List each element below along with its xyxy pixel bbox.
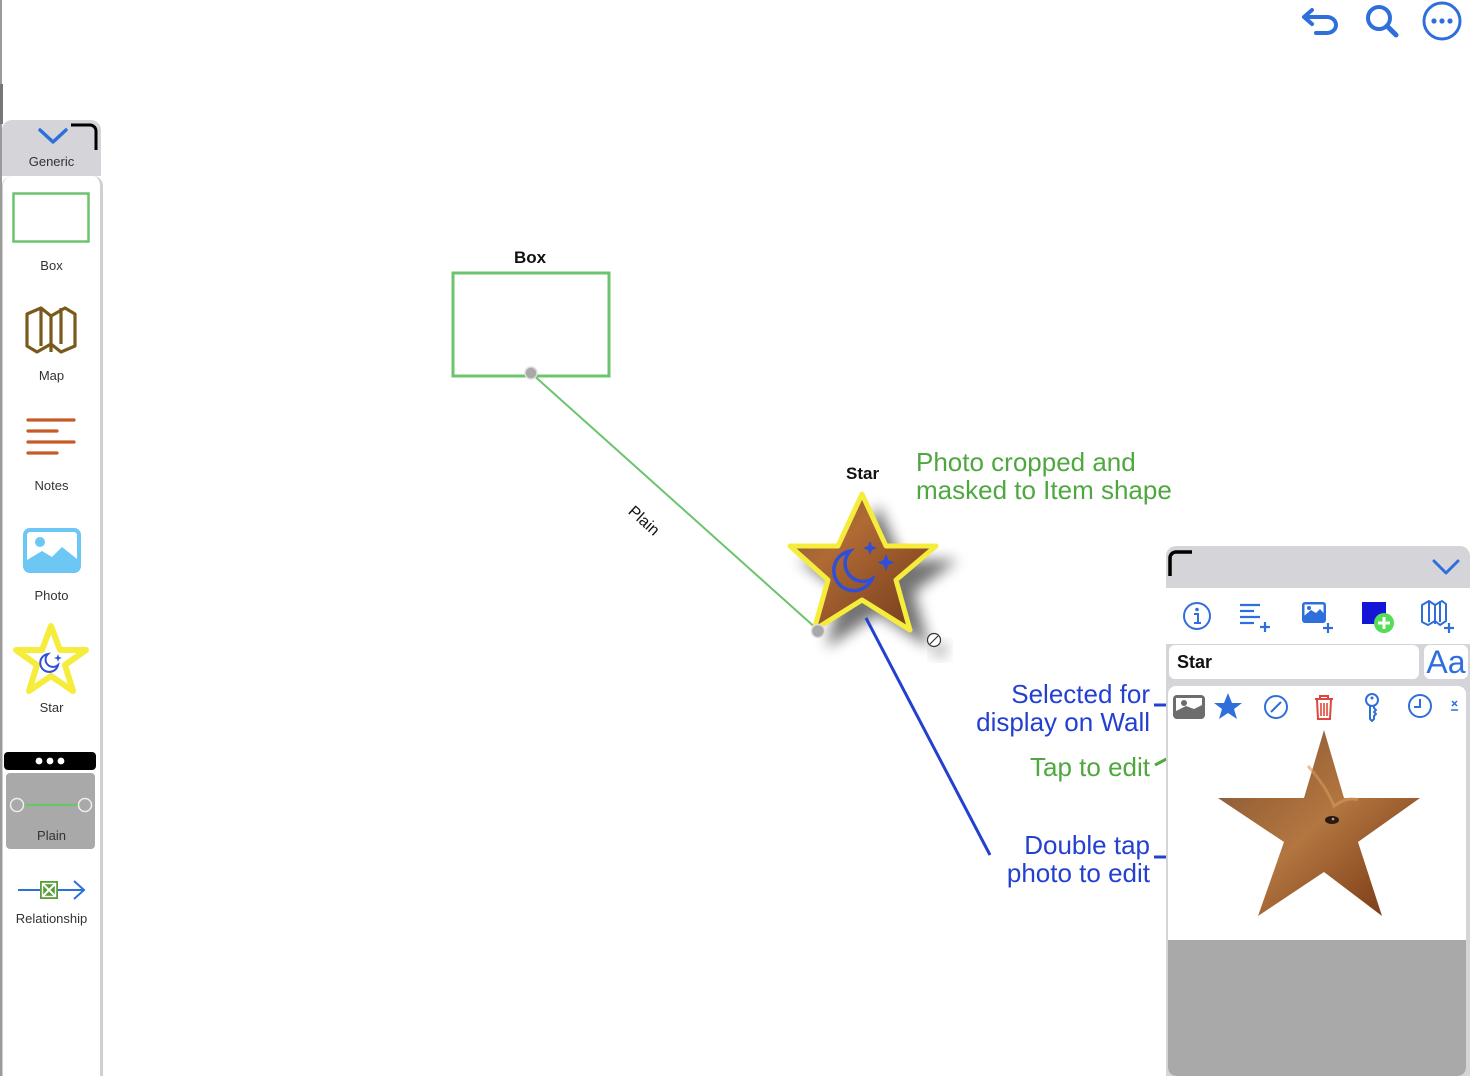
edit-pencil-icon	[1264, 695, 1288, 719]
clock-icon	[1408, 694, 1432, 718]
trash-icon	[1315, 695, 1333, 720]
annotation-line: masked to Item shape	[916, 475, 1172, 505]
plain-connector-line[interactable]	[530, 372, 819, 631]
inspector-photo-section	[1166, 684, 1470, 1076]
add-map-icon	[1421, 600, 1454, 633]
edit-photo-button[interactable]	[1256, 686, 1296, 726]
add-shape-icon	[1362, 602, 1394, 633]
annotation-line: Photo cropped and	[916, 447, 1136, 477]
connector-endpoint-handle[interactable]	[524, 366, 538, 380]
photo-thumbnail-button[interactable]	[1170, 686, 1210, 726]
clock-button[interactable]	[1400, 686, 1440, 726]
star-item-title: Star	[846, 464, 880, 483]
star-display-icon	[1214, 693, 1242, 719]
photo-card	[1168, 686, 1466, 1076]
photo-thumbnail-icon	[1173, 695, 1205, 719]
annotation-selected-for-display: Selected for display on Wall	[930, 680, 1150, 736]
add-photo-icon	[1302, 602, 1333, 633]
annotation-tap-to-edit: Tap to edit	[1030, 752, 1150, 782]
add-notes-icon	[1240, 603, 1270, 632]
font-style-button[interactable]: Aa	[1424, 645, 1468, 679]
item-name-input[interactable]	[1169, 645, 1419, 679]
annotation-line: display on Wall	[976, 707, 1150, 737]
box-item-title: Box	[514, 248, 547, 267]
inspector-empty-area	[1168, 940, 1466, 1076]
add-photo-button[interactable]	[1296, 596, 1336, 636]
inspector-toolbar	[1168, 588, 1466, 644]
close-photo-button[interactable]	[1442, 690, 1466, 720]
inspector-name-row: Aa	[1166, 644, 1470, 684]
info-icon	[1183, 602, 1211, 630]
close-small-icon	[1451, 700, 1458, 711]
chevron-down-icon[interactable]	[1432, 558, 1460, 576]
inspector-header[interactable]	[1166, 546, 1470, 588]
box-item[interactable]	[451, 271, 611, 378]
connector-endpoint-handle[interactable]	[810, 623, 826, 639]
annotation-line: Selected for	[1011, 679, 1150, 709]
add-map-button[interactable]	[1418, 596, 1458, 636]
add-notes-button[interactable]	[1234, 596, 1274, 636]
item-inspector-panel: Aa	[1166, 546, 1470, 1076]
add-shape-button[interactable]	[1358, 596, 1398, 636]
key-button[interactable]	[1352, 686, 1392, 726]
masked-photo-preview[interactable]	[1208, 726, 1428, 926]
resize-corner-handle[interactable]	[1166, 548, 1196, 578]
resize-handle-icon[interactable]	[926, 632, 948, 658]
key-icon	[1365, 693, 1379, 722]
annotation-line: Double tap	[1024, 830, 1150, 860]
annotation-double-tap: Double tap photo to edit	[930, 831, 1150, 887]
delete-photo-button[interactable]	[1304, 686, 1344, 726]
annotation-photo-masked: Photo cropped and masked to Item shape	[916, 448, 1172, 504]
display-on-wall-toggle[interactable]	[1208, 686, 1248, 726]
annotation-pointer-double-tap	[864, 617, 992, 856]
annotation-line: photo to edit	[1006, 858, 1150, 888]
info-button[interactable]	[1178, 596, 1218, 636]
